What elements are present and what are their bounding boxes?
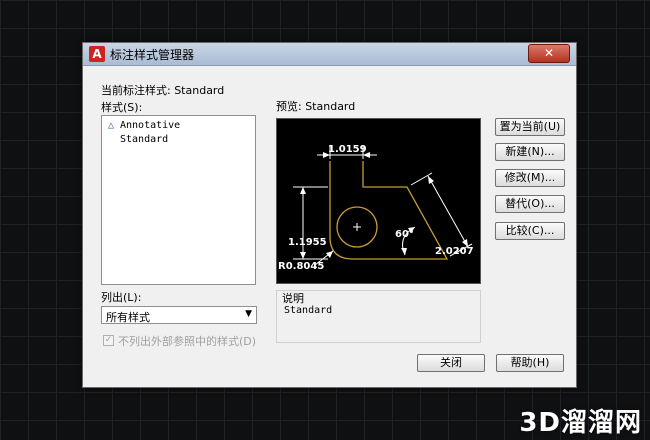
close-window-button[interactable]: ✕ (528, 44, 570, 63)
styles-label: 样式(S): (101, 101, 143, 114)
list-filter-select[interactable]: 所有样式 ▼ (101, 306, 257, 324)
preview-drawing: 1.0159 1.1955 2.0207 60° R0.8045 (278, 144, 474, 272)
description-label: 说明 (282, 292, 304, 305)
exclude-xref-label: 不列出外部参照中的样式(D) (118, 335, 257, 348)
dim-text-top: 1.0159 (328, 144, 367, 155)
styles-list[interactable]: △ Annotative Standard (101, 115, 256, 285)
list-item[interactable]: △ Annotative (108, 120, 180, 131)
preview-label: 预览: Standard (276, 100, 356, 113)
arrowhead (428, 176, 434, 184)
window-title: 标注样式管理器 (110, 48, 195, 62)
dim-text-left: 1.1955 (288, 237, 327, 248)
override-style-button[interactable]: 替代(O)... (495, 195, 565, 213)
title-bar[interactable]: A 标注样式管理器 ✕ (83, 43, 576, 66)
arrowhead (300, 187, 306, 194)
dimension-style-manager-dialog: A 标注样式管理器 ✕ 当前标注样式: Standard 样式(S): △ Ann… (82, 42, 577, 388)
description-box: 说明 Standard (276, 290, 481, 343)
close-button[interactable]: 关闭 (417, 354, 485, 372)
help-button[interactable]: 帮助(H) (496, 354, 564, 372)
arrowhead (326, 251, 333, 258)
new-style-button[interactable]: 新建(N)... (495, 143, 565, 161)
list-filter-value: 所有样式 (106, 311, 150, 324)
list-label: 列出(L): (101, 291, 142, 304)
exclude-xref-checkbox[interactable]: ✓ (103, 335, 114, 346)
list-item[interactable]: Standard (120, 134, 168, 145)
compare-style-button[interactable]: 比较(C)... (495, 222, 565, 240)
watermark-logo: 3D溜溜网 (519, 408, 642, 438)
dim-text-angle: 60° (395, 229, 414, 240)
dim-text-radius: R0.8045 (278, 261, 324, 272)
autocad-icon: A (89, 46, 105, 62)
set-current-button[interactable]: 置为当前(U) (495, 118, 565, 136)
modify-style-button[interactable]: 修改(M)... (495, 169, 565, 187)
arrowhead (300, 252, 306, 259)
dim-text-right: 2.0207 (435, 246, 474, 257)
description-text: Standard (284, 305, 333, 316)
style-preview: 1.0159 1.1955 2.0207 60° R0.8045 (276, 118, 481, 284)
current-style-label: 当前标注样式: Standard (101, 84, 225, 97)
arrowhead (401, 248, 407, 255)
annotative-icon: △ (108, 120, 115, 131)
dropdown-arrow-icon: ▼ (245, 309, 252, 319)
